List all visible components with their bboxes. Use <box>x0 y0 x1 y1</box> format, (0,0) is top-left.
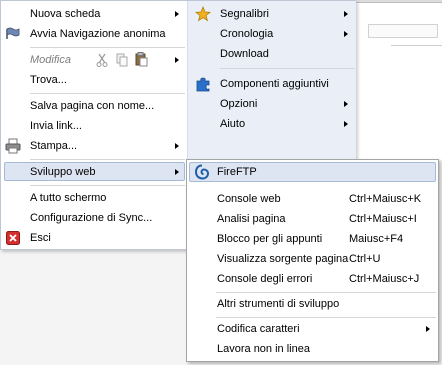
fireftp-icon <box>194 164 210 187</box>
submenu-item-label: Visualizza sorgente pagina <box>217 253 349 265</box>
menu-item-find[interactable]: Trova... <box>1 70 187 90</box>
submenu-item-more-tools[interactable]: Altri strumenti di sviluppo <box>187 294 438 314</box>
menu-separator <box>30 159 185 160</box>
submenu-item-label: Altri strumenti di sviluppo <box>217 298 340 310</box>
submenu-arrow-icon <box>426 326 430 332</box>
menu-item-label: Download <box>220 48 269 60</box>
submenu-separator <box>216 292 436 293</box>
menu-separator <box>30 47 185 48</box>
menu-item-label: Salva pagina con nome... <box>30 100 155 112</box>
menu-item-label: Invia link... <box>30 120 82 132</box>
submenu-item-label: FireFTP <box>217 166 257 178</box>
menu-item-bookmarks[interactable]: Segnalibri <box>188 4 356 24</box>
submenu-item-label: Codifica caratteri <box>217 323 300 335</box>
menu-item-label: Opzioni <box>220 98 258 110</box>
menu-item-label: Cronologia <box>220 28 274 40</box>
menu-item-exit[interactable]: Esci <box>1 228 187 248</box>
submenu-item-scratchpad[interactable]: Blocco per gli appunti Maiusc+F4 <box>187 229 438 249</box>
menu-item-addons[interactable]: Componenti aggiuntivi <box>188 74 356 94</box>
menu-item-label: Componenti aggiuntivi <box>220 78 329 90</box>
submenu-item-view-source[interactable]: Visualizza sorgente pagina Ctrl+U <box>187 249 438 269</box>
menu-item-options[interactable]: Opzioni <box>188 94 356 114</box>
submenu-arrow-icon <box>175 57 179 63</box>
submenu-arrow-icon <box>175 169 179 175</box>
submenu-arrow-icon <box>344 101 348 107</box>
menu-item-save-page[interactable]: Salva pagina con nome... <box>1 96 187 116</box>
menu-item-help[interactable]: Aiuto <box>188 114 356 134</box>
menu-item-new-tab[interactable]: Nuova scheda <box>1 4 187 24</box>
menu-item-web-developer[interactable]: Sviluppo web <box>1 162 187 182</box>
menu-item-label: Nuova scheda <box>30 8 101 20</box>
menu-item-history[interactable]: Cronologia <box>188 24 356 44</box>
menu-item-label: Configurazione di Sync... <box>30 212 153 224</box>
shortcut-label: Ctrl+Maiusc+I <box>349 213 417 225</box>
submenu-arrow-icon <box>175 11 179 17</box>
menu-item-label: Modifica <box>30 54 71 66</box>
submenu-item-error-console[interactable]: Console degli errori Ctrl+Maiusc+J <box>187 269 438 289</box>
submenu-item-label: Lavora non in linea <box>217 343 310 355</box>
shortcut-label: Ctrl+Maiusc+K <box>349 193 422 205</box>
submenu-arrow-icon <box>175 143 179 149</box>
submenu-item-label: Analisi pagina <box>217 213 286 225</box>
submenu-item-label: Console web <box>217 193 281 205</box>
menu-separator <box>30 93 185 94</box>
submenu-item-work-offline[interactable]: Lavora non in linea <box>187 339 438 359</box>
printer-icon <box>5 138 21 161</box>
submenu-item-character-encoding[interactable]: Codifica caratteri <box>187 319 438 339</box>
menu-item-print[interactable]: Stampa... <box>1 136 187 156</box>
menu-item-label: Trova... <box>30 74 67 86</box>
menu-item-label: Sviluppo web <box>30 166 96 178</box>
background-toolbar <box>356 0 442 3</box>
menu-item-edit[interactable]: Modifica <box>1 50 187 70</box>
submenu-arrow-icon <box>344 31 348 37</box>
submenu-item-label: Console degli errori <box>217 273 313 285</box>
background-tab <box>368 24 438 38</box>
submenu-item-fireftp[interactable]: FireFTP <box>187 162 438 182</box>
menu-item-label: Stampa... <box>30 140 78 152</box>
submenu-item-web-console[interactable]: Console web Ctrl+Maiusc+K <box>187 189 438 209</box>
app-menu-left-column: Nuova scheda Avvia Navigazione anonima M… <box>1 1 187 249</box>
shortcut-label: Maiusc+F4 <box>349 233 404 245</box>
menu-item-private-browsing[interactable]: Avvia Navigazione anonima <box>1 24 187 44</box>
menu-item-label: Aiuto <box>220 118 246 130</box>
menu-item-label: Avvia Navigazione anonima <box>30 28 166 40</box>
background-rule <box>391 45 442 46</box>
menu-item-label: Esci <box>30 232 51 244</box>
menu-separator <box>220 68 355 69</box>
submenu-arrow-icon <box>344 11 348 17</box>
menu-separator <box>30 185 185 186</box>
submenu-item-label: Blocco per gli appunti <box>217 233 323 245</box>
menu-item-sync-setup[interactable]: Configurazione di Sync... <box>1 208 187 228</box>
private-browsing-icon <box>5 27 21 48</box>
background-page <box>355 0 442 160</box>
menu-item-fullscreen[interactable]: A tutto schermo <box>1 188 187 208</box>
menu-item-send-link[interactable]: Invia link... <box>1 116 187 136</box>
exit-icon <box>6 231 20 252</box>
shortcut-label: Ctrl+Maiusc+J <box>349 273 420 285</box>
menu-item-downloads[interactable]: Download <box>188 44 356 64</box>
shortcut-label: Ctrl+U <box>349 253 381 265</box>
submenu-separator <box>216 317 436 318</box>
menu-item-label: Segnalibri <box>220 8 269 20</box>
submenu-item-inspect[interactable]: Analisi pagina Ctrl+Maiusc+I <box>187 209 438 229</box>
web-developer-submenu: FireFTP Console web Ctrl+Maiusc+K Analis… <box>186 159 439 362</box>
submenu-arrow-icon <box>344 121 348 127</box>
menu-item-label: A tutto schermo <box>30 192 107 204</box>
